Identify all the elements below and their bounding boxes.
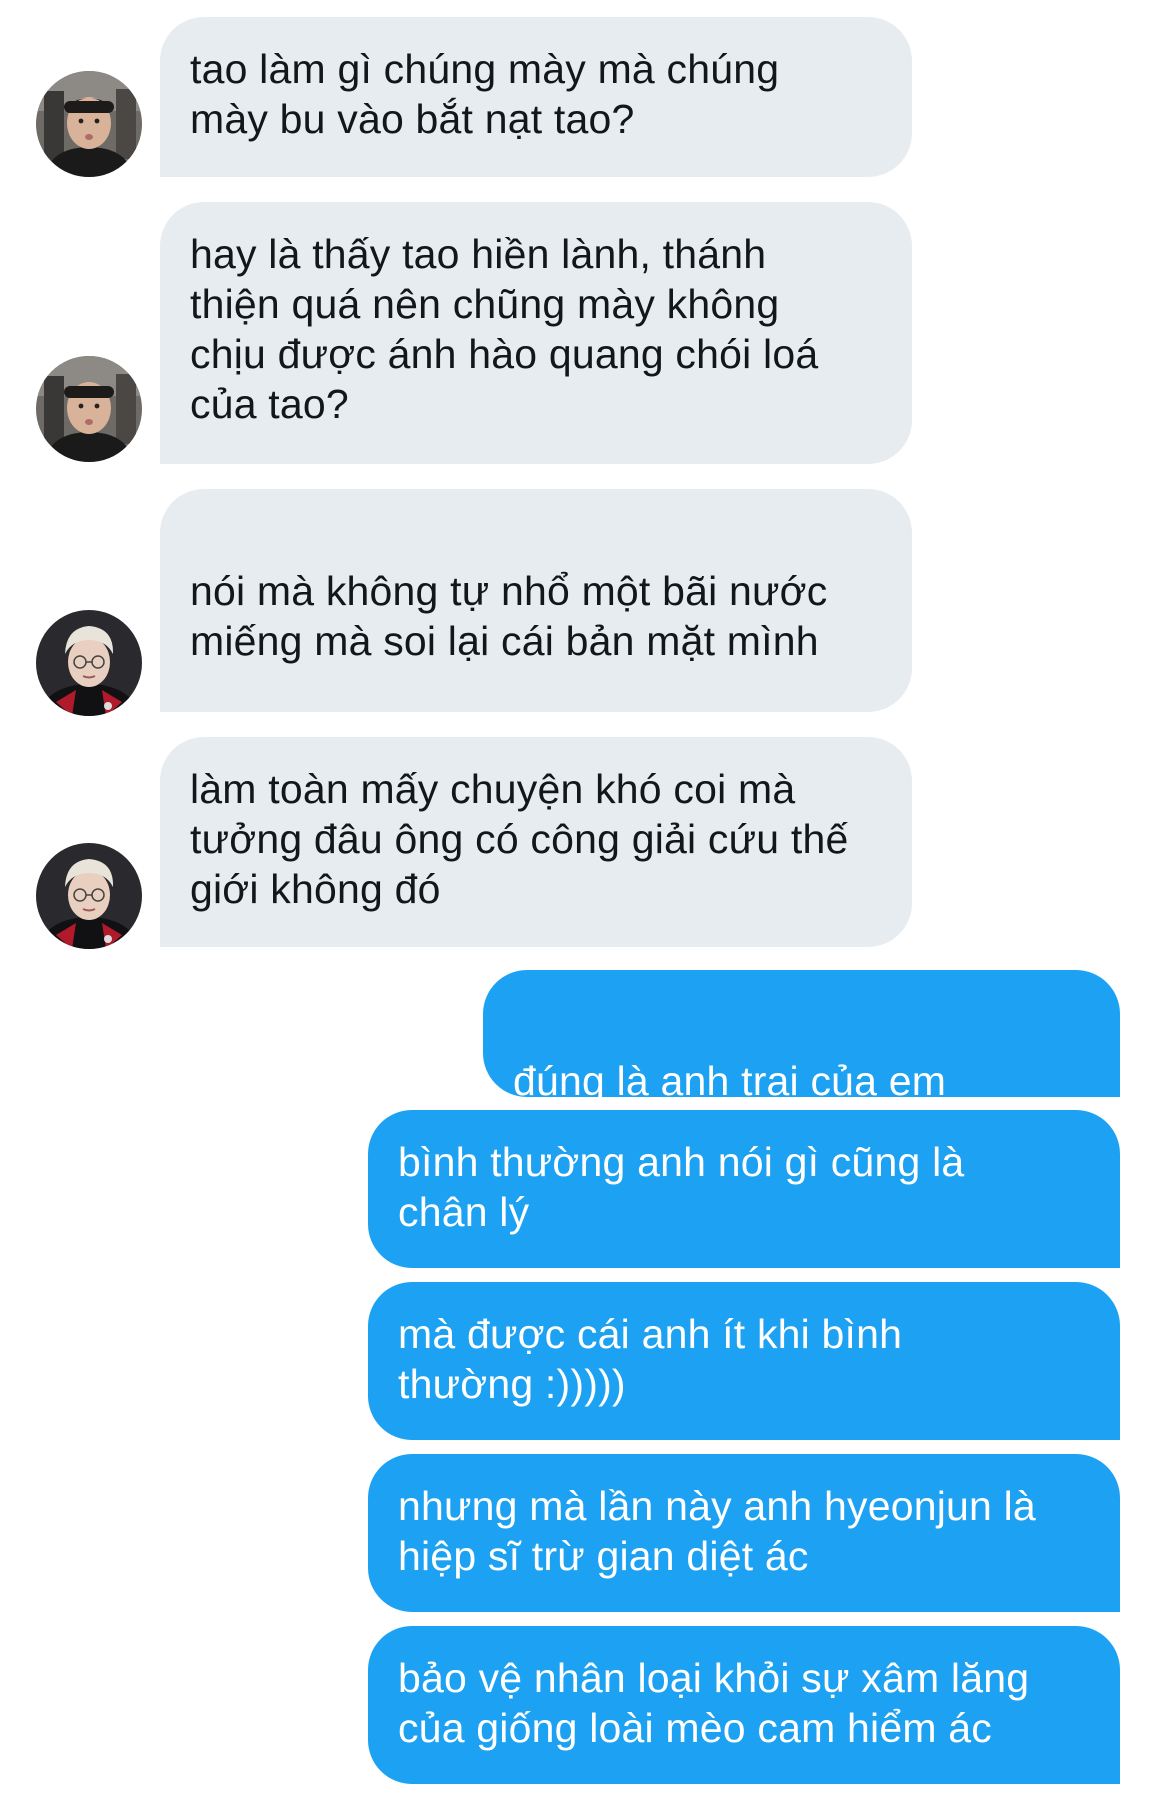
avatar[interactable] — [36, 610, 142, 716]
avatar[interactable] — [36, 71, 142, 177]
outgoing-message-bubble[interactable]: bình thường anh nói gì cũng là chân lý — [368, 1110, 1120, 1268]
message-text: đúng là anh trai của em — [513, 1058, 947, 1104]
incoming-message-bubble[interactable]: tao làm gì chúng mày mà chúng mày bu vào… — [160, 17, 912, 177]
outgoing-message-bubble[interactable]: bảo vệ nhân loại khỏi sự xâm lăng của gi… — [368, 1626, 1120, 1784]
outgoing-message-bubble[interactable]: nhưng mà lần này anh hyeonjun là hiệp sĩ… — [368, 1454, 1120, 1612]
avatar[interactable] — [36, 843, 142, 949]
incoming-message-bubble[interactable]: làm toàn mấy chuyện khó coi mà tưởng đâu… — [160, 737, 912, 947]
incoming-message-bubble[interactable]: nói mà không tự nhổ một bãi nước miếng m… — [160, 489, 912, 820]
message-text: nói mà không tự nhổ một bãi nước miếng m… — [190, 568, 828, 664]
outgoing-message-bubble[interactable]: đúng là anh trai của em — [483, 970, 1120, 1336]
outgoing-message-bubble[interactable]: mà được cái anh ít khi bình thường :))))… — [368, 1282, 1120, 1440]
avatar[interactable] — [36, 356, 142, 462]
incoming-message-bubble[interactable]: hay là thấy tao hiền lành, thánh thiện q… — [160, 202, 912, 464]
